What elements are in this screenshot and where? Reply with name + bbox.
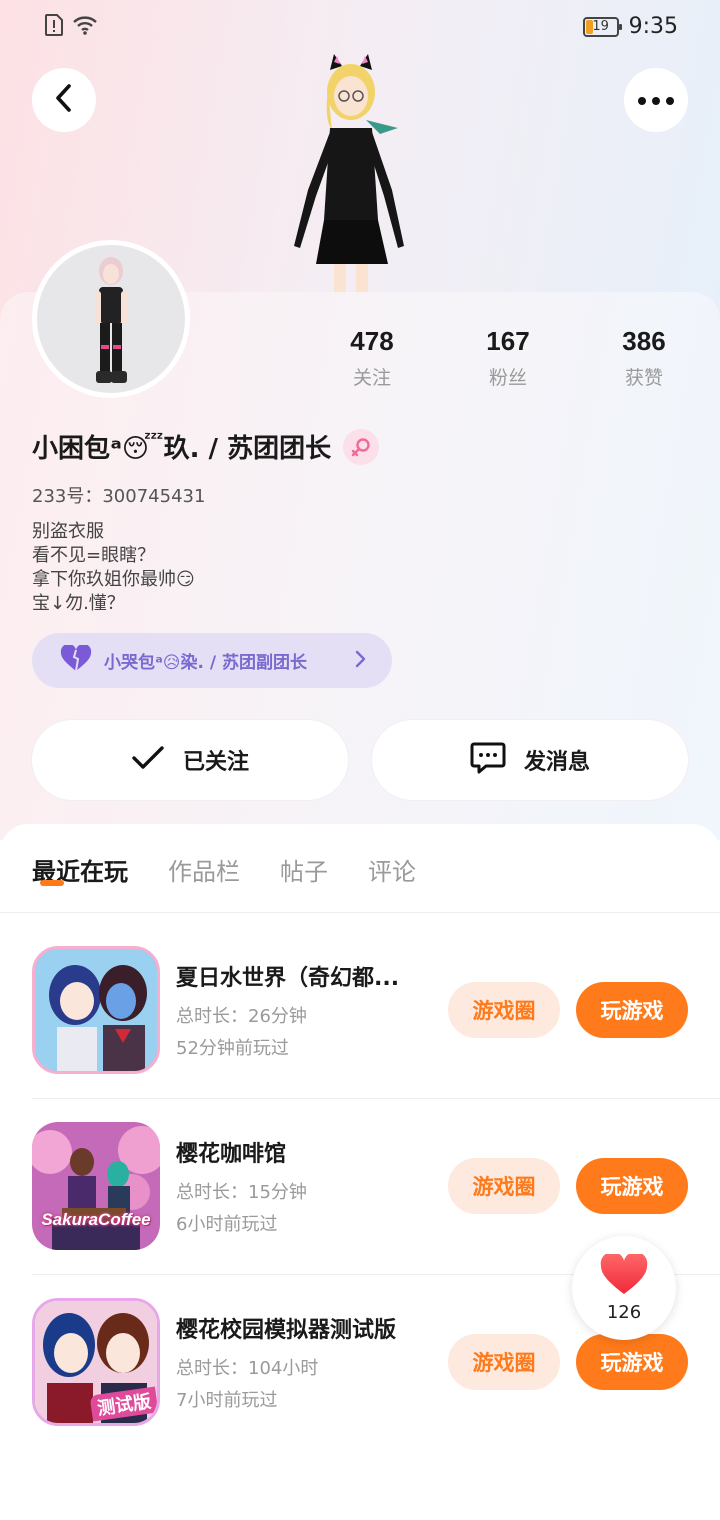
- wifi-icon: [72, 14, 98, 40]
- bio-line: 宝↓勿.懂？: [32, 593, 125, 614]
- game-icon[interactable]: SakuraCoffee: [32, 1122, 160, 1250]
- game-row[interactable]: 夏日水世界（奇幻都... 总时长：26分钟 52分钟前玩过 游戏圈 玩游戏: [0, 946, 720, 1122]
- game-circle-button[interactable]: 游戏圈: [448, 982, 560, 1038]
- send-message-button[interactable]: 发消息: [372, 720, 688, 800]
- chat-bubble-icon: [470, 741, 506, 779]
- play-game-button[interactable]: 玩游戏: [576, 1334, 688, 1390]
- character-illustration: [280, 50, 420, 295]
- alert-sim-icon: [44, 14, 64, 40]
- game-last-played: 6小时前玩过: [176, 1214, 278, 1235]
- followed-label: 已关注: [182, 750, 249, 775]
- bio: 别盗衣服 看不见=眼瞎？ 拿下你玖姐你最帅😏 宝↓勿.懂？: [32, 520, 195, 616]
- game-last-played: 52分钟前玩过: [176, 1038, 289, 1059]
- play-game-button[interactable]: 玩游戏: [576, 982, 688, 1038]
- status-bar: 19 9:35: [0, 0, 720, 56]
- battery-icon: 19: [582, 16, 622, 37]
- row-divider: [32, 1098, 720, 1099]
- relation-link[interactable]: 小哭包ᵃ😥染. / 苏团副团长: [32, 633, 392, 688]
- chevron-right-icon: [354, 650, 366, 672]
- game-icon[interactable]: [32, 946, 160, 1074]
- stat-label: 关注: [352, 367, 391, 389]
- stat-value: 167: [486, 326, 530, 356]
- nickname-row: 小困包ᵃ😴玖. / 苏团团长: [32, 428, 380, 465]
- heart-icon: [600, 1251, 648, 1300]
- game-name: 樱花咖啡馆: [176, 1142, 287, 1167]
- game-circle-button[interactable]: 游戏圈: [448, 1158, 560, 1214]
- female-icon: [343, 428, 380, 465]
- tab-posts[interactable]: 帖子: [280, 852, 328, 887]
- stat-value: 478: [350, 326, 394, 356]
- send-message-label: 发消息: [523, 750, 590, 775]
- chevron-left-icon: [53, 83, 75, 117]
- tab-works[interactable]: 作品栏: [168, 852, 240, 887]
- game-last-played: 7小时前玩过: [176, 1390, 278, 1411]
- game-icon-text: SakuraCoffee: [41, 1210, 151, 1229]
- followed-button[interactable]: 已关注: [32, 720, 348, 800]
- game-duration: 总时长：26分钟: [176, 1006, 307, 1027]
- relation-text: 小哭包ᵃ😥染. / 苏团副团长: [104, 653, 308, 673]
- active-tab-indicator: [40, 880, 64, 886]
- bio-line: 看不见=眼瞎？: [32, 545, 156, 566]
- stat-likes[interactable]: 386 获赞: [584, 326, 704, 390]
- nickname: 小困包ᵃ😴玖. / 苏团团长: [32, 434, 332, 464]
- like-floating-button[interactable]: 126: [572, 1236, 676, 1340]
- game-circle-button[interactable]: 游戏圈: [448, 1334, 560, 1390]
- like-count: 126: [606, 1301, 642, 1323]
- profile-tabs: 最近在玩 作品栏 帖子 评论: [32, 852, 456, 887]
- clock: 9:35: [628, 14, 678, 39]
- stat-label: 获赞: [624, 367, 663, 389]
- back-button[interactable]: [32, 68, 96, 132]
- user-id: 233号：300745431: [32, 486, 206, 507]
- stat-label: 粉丝: [488, 367, 527, 389]
- stat-following[interactable]: 478 关注: [312, 326, 432, 390]
- game-name: 樱花校园模拟器测试版: [176, 1318, 397, 1343]
- stat-followers[interactable]: 167 粉丝: [448, 326, 568, 390]
- game-duration: 总时长：15分钟: [176, 1182, 307, 1203]
- play-game-button[interactable]: 玩游戏: [576, 1158, 688, 1214]
- stat-value: 386: [622, 326, 666, 356]
- heart-icon: [60, 643, 92, 677]
- bio-line: 别盗衣服: [32, 521, 104, 542]
- tab-comments[interactable]: 评论: [368, 852, 416, 887]
- game-duration: 总时长：104小时: [176, 1358, 319, 1379]
- tabs-divider: [0, 912, 720, 913]
- content-panel: 最近在玩 作品栏 帖子 评论 夏日水世界（奇幻都... 总时长：26分钟 52分…: [0, 824, 720, 1520]
- more-dots-icon: [636, 91, 676, 110]
- more-button[interactable]: [624, 68, 688, 132]
- check-icon: [131, 745, 165, 775]
- bio-line: 拿下你玖姐你最帅😏: [32, 569, 195, 590]
- game-icon[interactable]: 测试版: [32, 1298, 160, 1426]
- avatar[interactable]: [32, 240, 190, 398]
- game-name: 夏日水世界（奇幻都...: [176, 966, 400, 991]
